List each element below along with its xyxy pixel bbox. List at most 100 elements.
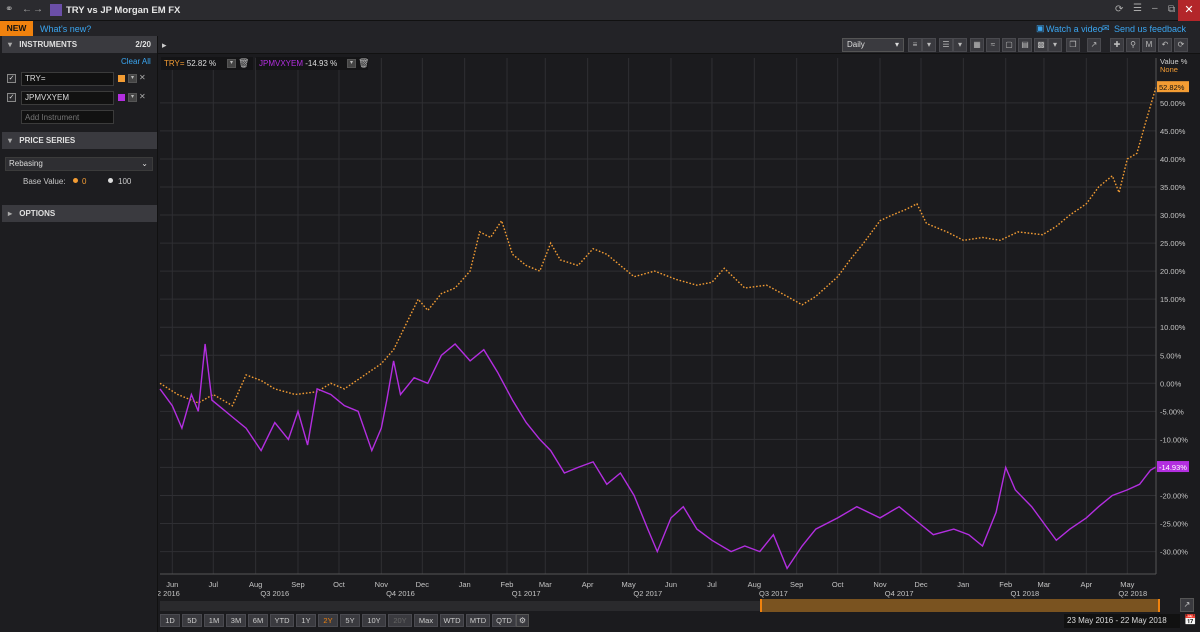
legend-value-try: 52.82 % (186, 59, 217, 68)
watch-video-link[interactable]: Watch a video (1046, 24, 1103, 34)
y-tick-label: 20.00% (1160, 267, 1186, 276)
menu-icon[interactable]: ☰ (1133, 3, 1142, 14)
date-range-display[interactable]: 23 May 2016 - 22 May 2018 (1064, 614, 1180, 628)
open-icon[interactable]: ▤ (1018, 38, 1032, 52)
base-option-100: 100 (118, 177, 132, 186)
range-button-6m[interactable]: 6M (248, 614, 268, 627)
last-value-label-jpmvxyem: -14.93% (1159, 463, 1187, 472)
range-button-1d[interactable]: 1D (160, 614, 180, 627)
chevron-down-icon[interactable]: ▾ (128, 74, 137, 83)
minimize-icon[interactable]: – (1152, 3, 1158, 14)
y-tick-label: 10.00% (1160, 323, 1186, 332)
expand-chart-icon[interactable]: ↗ (1180, 598, 1194, 612)
chevron-down-icon[interactable]: ▾ (922, 38, 936, 52)
send-feedback-link[interactable]: Send us feedback (1114, 24, 1186, 34)
x-quarter-label: Q2 2016 (158, 589, 180, 598)
refresh-icon[interactable]: ⟳ (1115, 4, 1123, 15)
chevron-down-icon[interactable]: ▾ (227, 59, 236, 68)
instrument-color-jpm[interactable] (118, 94, 125, 101)
instrument-checkbox-jpm[interactable]: ✓ (7, 93, 16, 102)
crosshair-icon[interactable]: ✚ (1110, 38, 1124, 52)
back-arrow-icon[interactable]: ← (22, 4, 32, 15)
clear-all-link[interactable]: Clear All (121, 57, 151, 66)
base-value-label: Base Value: (23, 177, 66, 186)
price-series-section-header[interactable]: ▾ PRICE SERIES (2, 132, 157, 149)
x-month-label: Feb (501, 580, 514, 589)
x-month-label: Aug (748, 580, 761, 589)
x-month-label: Jan (459, 580, 471, 589)
options-section-header[interactable]: ▸ OPTIONS (2, 205, 157, 222)
fit-icon[interactable]: M (1142, 38, 1156, 52)
instrument-field-try[interactable]: TRY= (21, 72, 114, 86)
copy-icon[interactable]: ❐ (1066, 38, 1080, 52)
price-series-header-label: PRICE SERIES (19, 136, 76, 145)
range-button-ytd[interactable]: YTD (270, 614, 294, 627)
date-from: 23 May 2016 (1067, 616, 1114, 625)
interval-value: Daily (847, 40, 865, 49)
chevron-down-icon[interactable]: ▾ (1048, 38, 1062, 52)
layers-icon[interactable]: ≈ (986, 38, 1000, 52)
gear-icon[interactable]: ⚙ (516, 614, 529, 627)
line-chart[interactable]: 50.00% 45.00% 40.00% 35.00% 30.00% 25.00% 20.0… (158, 54, 1200, 614)
add-instrument-input[interactable] (21, 110, 114, 124)
trash-icon[interactable]: 🗑 (238, 58, 249, 69)
chevron-down-icon[interactable]: ▾ (953, 38, 967, 52)
y-tick-label: 15.00% (1160, 295, 1186, 304)
instrument-field-jpm[interactable]: JPMVXYEM (21, 91, 114, 105)
x-month-label: Mar (1038, 580, 1051, 589)
y-tick-label: 50.00% (1160, 99, 1186, 108)
range-button-3m[interactable]: 3M (226, 614, 246, 627)
legend-name-jpm: JPMVXYEM (259, 59, 304, 68)
timeline-selection[interactable] (760, 599, 1160, 612)
range-button-1y[interactable]: 1Y (296, 614, 316, 627)
range-button-mtd[interactable]: MTD (466, 614, 490, 627)
price-series-select[interactable]: Rebasing ⌄ (5, 157, 153, 171)
interval-select[interactable]: Daily ▾ (842, 38, 904, 52)
x-month-label: Dec (914, 580, 928, 589)
x-quarter-label: Q2 2017 (633, 589, 662, 598)
chevron-down-icon[interactable]: ▾ (347, 59, 356, 68)
base-radio-100[interactable] (108, 178, 113, 183)
range-button-2y[interactable]: 2Y (318, 614, 338, 627)
remove-icon[interactable]: ✕ (139, 73, 146, 82)
whats-new-link[interactable]: What's new? (40, 24, 91, 34)
collapse-panel-icon[interactable]: ▸ (162, 40, 167, 51)
range-button-5d[interactable]: 5D (182, 614, 202, 627)
grid-icon[interactable]: ▦ (970, 38, 984, 52)
remove-icon[interactable]: ✕ (139, 92, 146, 101)
forward-arrow-icon[interactable]: → (33, 4, 43, 15)
announcement-bar (0, 21, 1200, 36)
link-icon[interactable]: ⚭ (5, 4, 13, 15)
close-icon[interactable]: ✕ (1178, 0, 1200, 21)
instrument-color-try[interactable] (118, 75, 125, 82)
folder-icon[interactable]: ▢ (1002, 38, 1016, 52)
x-month-label: May (1120, 580, 1134, 589)
range-button-5y[interactable]: 5Y (340, 614, 360, 627)
instruments-section-header[interactable]: ▾ INSTRUMENTS 2/20 (2, 36, 157, 53)
range-button-20y: 20Y (388, 614, 412, 627)
range-button-wtd[interactable]: WTD (440, 614, 464, 627)
chevron-down-icon: ⌄ (141, 159, 148, 168)
x-month-label: Aug (249, 580, 262, 589)
range-button-10y[interactable]: 10Y (362, 614, 386, 627)
chart-type-icon[interactable]: ≡ (908, 38, 922, 52)
instrument-checkbox-try[interactable]: ✓ (7, 74, 16, 83)
range-button-qtd[interactable]: QTD (492, 614, 516, 627)
last-value-label-try: 52.82% (1159, 83, 1185, 92)
save-icon[interactable]: ▩ (1034, 38, 1048, 52)
x-month-label: Feb (999, 580, 1012, 589)
base-radio-0[interactable] (73, 178, 78, 183)
export-icon[interactable]: ↗ (1087, 38, 1101, 52)
range-button-1m[interactable]: 1M (204, 614, 224, 627)
chevron-down-icon[interactable]: ▾ (128, 93, 137, 102)
undo-icon[interactable]: ↶ (1158, 38, 1172, 52)
restore-icon[interactable]: ⧉ (1168, 4, 1175, 15)
calendar-icon[interactable]: 📅 (1184, 615, 1196, 626)
list-icon[interactable]: ☰ (939, 38, 953, 52)
feedback-icon: ✉ (1102, 23, 1110, 33)
range-button-max[interactable]: Max (414, 614, 438, 627)
x-month-label: Jul (208, 580, 218, 589)
zoom-icon[interactable]: ⚲ (1126, 38, 1140, 52)
refresh-icon[interactable]: ⟳ (1174, 38, 1188, 52)
trash-icon[interactable]: 🗑 (358, 58, 369, 69)
